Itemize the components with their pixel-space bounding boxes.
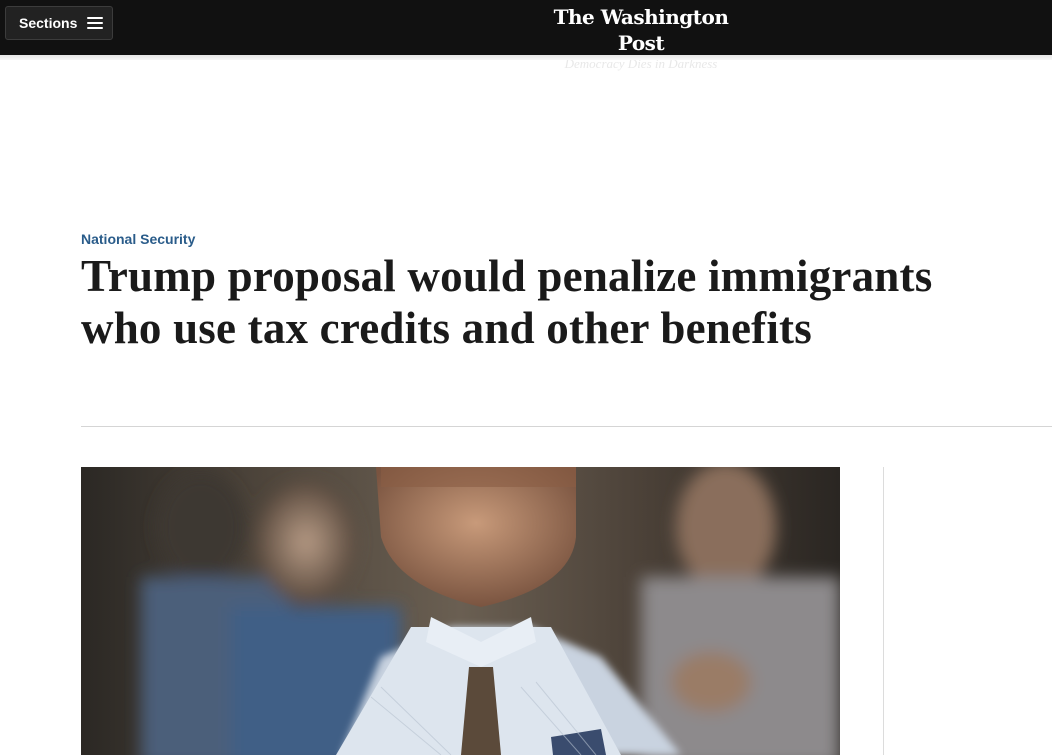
- top-navigation-bar: Sections The Washington Post Democracy D…: [0, 0, 1052, 71]
- logo-wordmark: The Washington Post: [553, 5, 729, 55]
- site-logo[interactable]: The Washington Post Democracy Dies in Da…: [540, 4, 742, 71]
- sections-button-label: Sections: [19, 15, 78, 31]
- hamburger-menu-icon: [87, 16, 104, 30]
- headline-divider: [81, 426, 1052, 427]
- article-headline: Trump proposal would penalize immigrants…: [81, 251, 933, 353]
- photo-illustration: [81, 467, 840, 755]
- article-lead-photo[interactable]: [81, 467, 840, 755]
- topbar-shadow: [0, 55, 1052, 60]
- sections-menu-button[interactable]: Sections: [5, 6, 113, 40]
- section-kicker-link[interactable]: National Security: [81, 231, 195, 247]
- sidebar-divider: [883, 467, 884, 755]
